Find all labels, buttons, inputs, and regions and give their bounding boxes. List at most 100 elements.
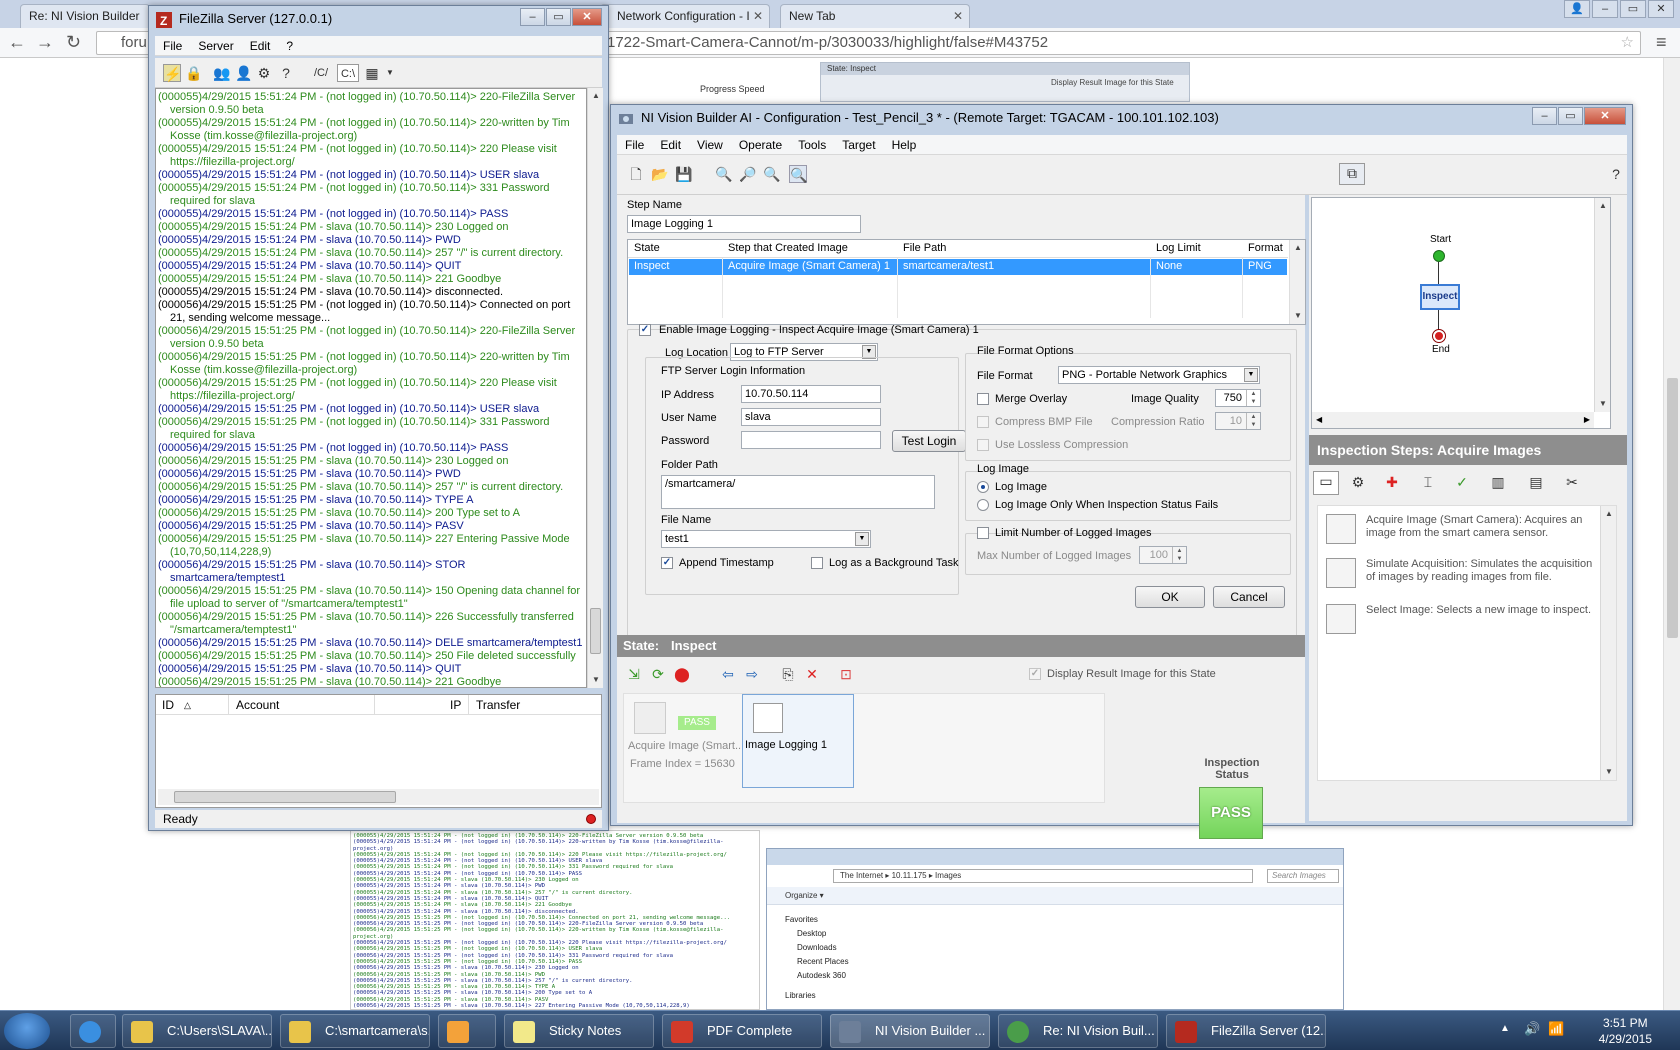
lightning-icon[interactable]: ⚡ (163, 64, 181, 82)
volume-icon[interactable]: 🔊 (1524, 1021, 1540, 1037)
context-help-icon[interactable]: ? (1607, 165, 1625, 183)
spinner-icon[interactable]: ▲ ▼ (1246, 390, 1260, 406)
col-state[interactable]: State (634, 242, 660, 254)
use-additional-tools-tab-icon[interactable]: ▤ (1527, 473, 1545, 491)
browser-tab-new[interactable]: New Tab ✕ (780, 4, 970, 28)
open-folder-icon[interactable]: 📂 (651, 165, 669, 183)
menu-edit[interactable]: Edit (242, 36, 279, 55)
delete-step-icon[interactable]: ✕ (803, 665, 821, 683)
col-ip[interactable]: IP (450, 698, 461, 712)
maximize-icon[interactable]: ▭ (1620, 0, 1646, 18)
connections-hscrollbar[interactable] (158, 789, 599, 805)
groups-icon[interactable]: 👤 (235, 64, 253, 82)
taskbar-item[interactable] (438, 1014, 496, 1048)
scroll-up-icon[interactable]: ▲ (1290, 240, 1306, 256)
step-name-input[interactable]: Image Logging 1 (627, 215, 861, 233)
scroll-up-icon[interactable]: ▲ (588, 88, 604, 104)
settings-icon[interactable]: ⚙ (255, 64, 273, 82)
menu-help[interactable]: ? (278, 36, 301, 55)
path-windows-button[interactable]: C:\ (337, 64, 359, 82)
zoom-fit-icon[interactable]: 🔍 (789, 165, 807, 183)
lock-icon[interactable]: 🔒 (185, 64, 203, 82)
end-node-icon[interactable] (1432, 329, 1446, 343)
menu-file[interactable]: File (617, 135, 652, 154)
col-transfer[interactable]: Transfer (476, 698, 520, 712)
minimize-icon[interactable]: – (1532, 107, 1557, 125)
merge-overlay-checkbox[interactable] (977, 393, 989, 405)
stop-icon[interactable]: ⬤ (673, 665, 691, 683)
steps-list-scrollbar[interactable]: ▲ ▼ (1600, 506, 1616, 780)
scroll-down-icon[interactable]: ▼ (1595, 396, 1611, 412)
test-login-button[interactable]: Test Login (892, 430, 966, 452)
menu-server[interactable]: Server (190, 36, 241, 55)
scroll-up-icon[interactable]: ▲ (1595, 198, 1611, 214)
move-right-icon[interactable]: ⇨ (743, 665, 761, 683)
close-icon[interactable]: ✕ (572, 8, 602, 26)
locate-features-tab-icon[interactable]: ✚ (1383, 473, 1401, 491)
maximize-icon[interactable]: ▭ (546, 8, 571, 26)
ip-address-input[interactable]: 10.70.50.114 (741, 385, 881, 403)
menu-icon[interactable]: ≡ (1656, 32, 1667, 52)
enhance-images-tab-icon[interactable]: ⚙ (1349, 473, 1367, 491)
chevron-down-icon[interactable]: ▼ (855, 532, 869, 546)
bookmark-star-icon[interactable]: ☆ (1621, 32, 1634, 54)
browser-tab-network-config[interactable]: Network Configuration - I ✕ (600, 4, 770, 28)
taskbar-item[interactable]: Sticky Notes (504, 1014, 654, 1048)
file-name-input[interactable]: test1 ▼ (661, 530, 871, 548)
menu-file[interactable]: File (155, 36, 190, 55)
user-name-input[interactable]: slava (741, 408, 881, 426)
move-left-icon[interactable]: ⇦ (719, 665, 737, 683)
password-input[interactable] (741, 431, 881, 449)
copy-step-icon[interactable]: ⎘ (779, 665, 797, 683)
spinner-icon[interactable]: ▲ ▼ (1246, 413, 1260, 429)
enable-logging-checkbox[interactable]: ✓ (639, 324, 651, 336)
limit-checkbox[interactable] (977, 527, 989, 539)
page-scrollbar[interactable] (1663, 58, 1680, 1010)
vision-builder-titlebar[interactable]: NI Vision Builder AI - Configuration - T… (611, 105, 1632, 133)
close-icon[interactable]: ✕ (753, 5, 763, 27)
users-icon[interactable]: 👥 (213, 64, 231, 82)
chevron-down-icon[interactable]: ▼ (381, 64, 399, 82)
scroll-down-icon[interactable]: ▼ (588, 672, 604, 688)
taskbar-item[interactable]: C:\Users\SLAVA\... (122, 1014, 272, 1048)
menu-edit[interactable]: Edit (652, 135, 689, 154)
col-format[interactable]: Format (1248, 242, 1283, 254)
path-unix-button[interactable]: /C/ (309, 64, 333, 82)
file-format-select[interactable]: PNG - Portable Network Graphics ▼ (1058, 366, 1260, 384)
zoom-in-icon[interactable]: 🔍 (715, 165, 733, 183)
back-icon[interactable]: ← (8, 32, 26, 52)
max-logged-input[interactable]: 100 ▲ ▼ (1139, 546, 1187, 564)
minimize-icon[interactable]: – (520, 8, 545, 26)
breakpoint-icon[interactable]: ⊡ (837, 665, 855, 683)
maximize-icon[interactable]: ▭ (1558, 107, 1583, 125)
zoom-out-icon[interactable]: 🔎 (739, 165, 757, 183)
append-timestamp-checkbox[interactable]: ✓ (661, 557, 673, 569)
tools-tab-icon[interactable]: ✂ (1563, 473, 1581, 491)
scroll-down-icon[interactable]: ▼ (1290, 308, 1306, 324)
menu-view[interactable]: View (689, 135, 731, 154)
grid-view-icon[interactable]: ▦ (363, 64, 381, 82)
chevron-down-icon[interactable]: ▼ (1244, 368, 1258, 382)
scroll-up-icon[interactable]: ▲ (1601, 506, 1617, 522)
taskbar-item-active[interactable]: NI Vision Builder ... (830, 1014, 990, 1048)
forward-icon[interactable]: → (36, 32, 54, 52)
menu-target[interactable]: Target (834, 135, 883, 154)
diagram-vscrollbar[interactable]: ▲ ▼ (1594, 198, 1610, 412)
taskbar-item[interactable]: Re: NI Vision Buil... (998, 1014, 1158, 1048)
spinner-icon[interactable]: ▲ ▼ (1172, 547, 1186, 563)
folder-path-input[interactable]: /smartcamera/ (661, 475, 935, 509)
col-log-limit[interactable]: Log Limit (1156, 242, 1201, 254)
log-scrollbar[interactable]: ▲ ▼ (587, 88, 603, 688)
scroll-right-icon[interactable]: ▶ (1584, 415, 1590, 424)
new-file-icon[interactable]: 🗋 (627, 165, 645, 183)
log-fail-radio[interactable] (977, 499, 989, 511)
taskbar-item[interactable]: FileZilla Server (12... (1166, 1014, 1326, 1048)
check-presence-tab-icon[interactable]: ✓ (1453, 473, 1471, 491)
diagram-hscrollbar[interactable]: ◀ ▶ (1312, 412, 1594, 428)
acquire-images-tab-icon[interactable]: ▭ (1313, 471, 1339, 495)
close-icon[interactable]: ✕ (953, 5, 963, 27)
identify-parts-tab-icon[interactable]: ▥ (1489, 473, 1507, 491)
measure-features-tab-icon[interactable]: ⌶ (1419, 473, 1437, 491)
scroll-down-icon[interactable]: ▼ (1601, 764, 1617, 780)
menu-help[interactable]: Help (884, 135, 925, 154)
